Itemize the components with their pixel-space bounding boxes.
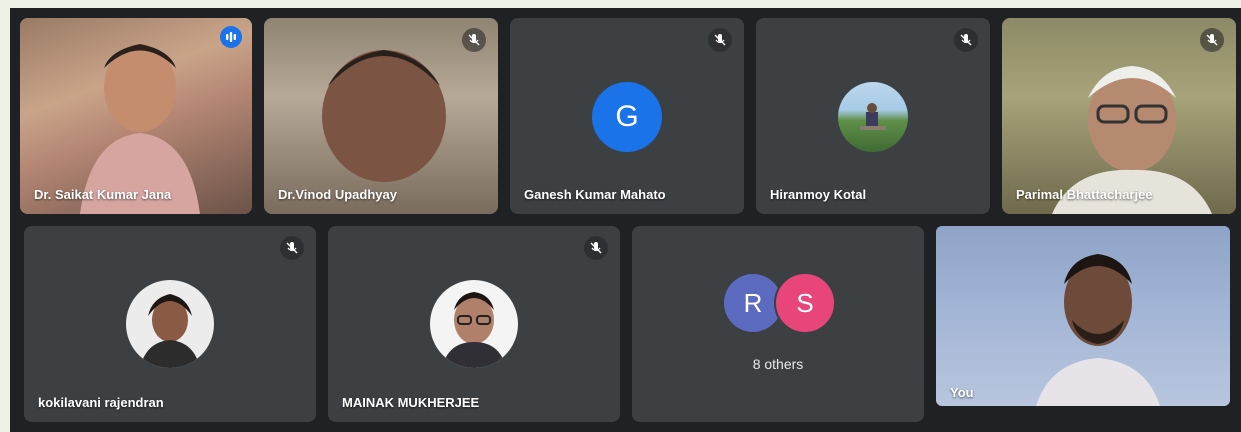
person-silhouette [1036, 254, 1160, 406]
speaking-indicator-icon [220, 26, 242, 48]
participant-name: Parimal Bhattacharjee [1016, 187, 1153, 202]
mic-off-icon [462, 28, 486, 52]
participant-tile-mainak[interactable]: MAINAK MUKHERJEE [328, 226, 620, 422]
participant-name: Dr. Saikat Kumar Jana [34, 187, 172, 202]
others-tile[interactable]: R S 8 others [632, 226, 924, 422]
mic-off-icon [280, 236, 304, 260]
participant-name: MAINAK MUKHERJEE [342, 395, 480, 410]
mic-off-icon [954, 28, 978, 52]
avatar: G [592, 82, 662, 152]
self-label: You [950, 385, 974, 400]
avatar [126, 280, 214, 368]
avatar [430, 280, 518, 368]
avatar-initial: G [615, 100, 639, 133]
participant-tile-ganesh[interactable]: G Ganesh Kumar Mahato [510, 18, 744, 214]
avatar-initial: S [796, 287, 814, 318]
avatar-s: S [774, 272, 836, 334]
mic-off-icon [1200, 28, 1224, 52]
participant-tile-hiranmoy[interactable]: Hiranmoy Kotal [756, 18, 990, 214]
participant-name: Hiranmoy Kotal [770, 187, 867, 202]
meeting-grid: Dr. Saikat Kumar Jana Dr.Vinod Upadhyay … [10, 8, 1241, 432]
avatar [838, 82, 908, 152]
others-count: 8 others [752, 356, 804, 372]
participant-name: Dr.Vinod Upadhyay [278, 187, 397, 202]
participant-tile-vinod[interactable]: Dr.Vinod Upadhyay [264, 18, 498, 214]
participant-tile-parimal[interactable]: Parimal Bhattacharjee [1002, 18, 1236, 214]
participant-name: kokilavani rajendran [38, 395, 164, 410]
participant-tile-kokilavani[interactable]: kokilavani rajendran [24, 226, 316, 422]
self-tile[interactable]: You [936, 226, 1230, 406]
mic-off-icon [584, 236, 608, 260]
avatar-initial: R [743, 287, 763, 318]
participant-name: Ganesh Kumar Mahato [524, 187, 666, 202]
participant-tile-saikat[interactable]: Dr. Saikat Kumar Jana [20, 18, 252, 214]
mic-off-icon [708, 28, 732, 52]
